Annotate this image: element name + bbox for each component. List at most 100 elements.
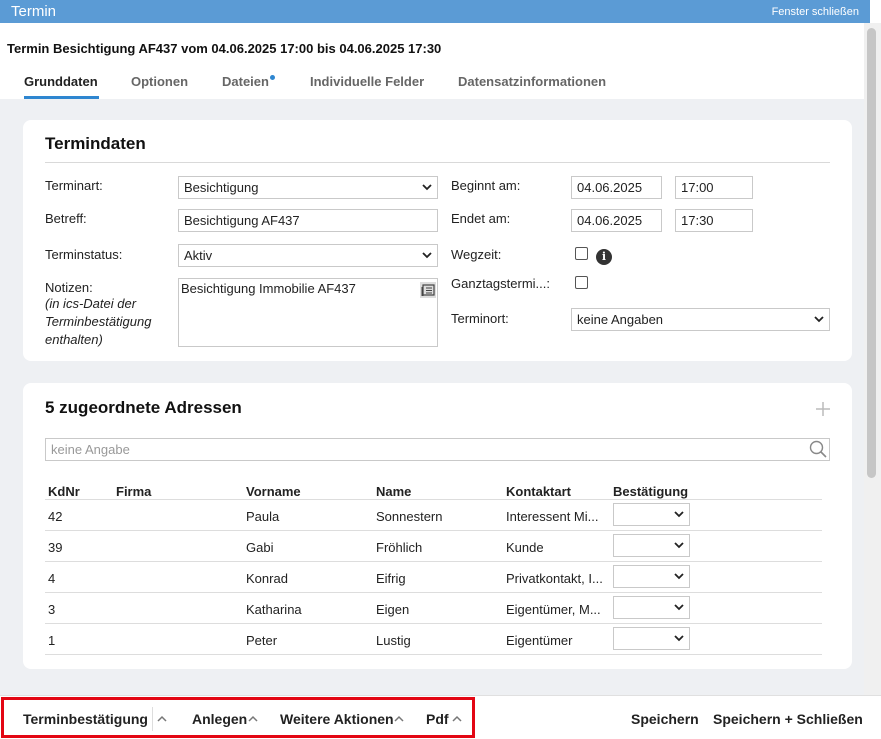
chevron-down-icon xyxy=(674,542,684,549)
weitere-aktionen-button[interactable]: Weitere Aktionen xyxy=(280,711,394,727)
col-header-name[interactable]: Name xyxy=(376,484,411,499)
terminart-select[interactable]: Besichtigung xyxy=(178,176,438,199)
tab-individuelle-felder[interactable]: Individuelle Felder xyxy=(310,74,424,89)
endet-date-input[interactable]: 04.06.2025 xyxy=(571,209,662,232)
scrollbar-thumb[interactable] xyxy=(867,28,876,478)
cell-kdnr: 39 xyxy=(48,540,63,555)
betreff-input[interactable]: Besichtigung AF437 xyxy=(178,209,438,232)
betreff-label: Betreff: xyxy=(45,211,87,226)
row-divider xyxy=(45,530,822,531)
terminstatus-value: Aktiv xyxy=(184,248,213,263)
bestaetigung-select[interactable] xyxy=(613,534,690,557)
tab-grunddaten[interactable]: Grunddaten xyxy=(24,74,98,89)
text-template-icon[interactable] xyxy=(420,282,436,298)
terminstatus-select[interactable]: Aktiv xyxy=(178,244,438,267)
wegzeit-label: Wegzeit: xyxy=(451,247,502,262)
terminort-value: keine Angaben xyxy=(577,312,664,327)
cell-vorname: Gabi xyxy=(246,540,274,555)
terminart-value: Besichtigung xyxy=(184,180,259,195)
adressen-title: 5 zugeordnete Adressen xyxy=(45,398,242,417)
close-window-link[interactable]: Fenster schließen xyxy=(772,6,859,18)
chevron-up-icon[interactable] xyxy=(156,711,168,725)
cell-kontaktart: Privatkontakt, I... xyxy=(506,571,603,586)
bestaetigung-select[interactable] xyxy=(613,565,690,588)
search-icon[interactable] xyxy=(809,440,827,458)
beginnt-time-input[interactable]: 17:00 xyxy=(675,176,753,199)
chevron-down-icon xyxy=(674,511,684,518)
new-files-indicator xyxy=(269,75,275,80)
cell-name: Lustig xyxy=(376,633,411,648)
col-header-kdnr[interactable]: KdNr xyxy=(48,484,80,499)
cell-kdnr: 3 xyxy=(48,602,56,617)
cell-vorname: Peter xyxy=(246,633,278,648)
beginnt-label: Beginnt am: xyxy=(451,178,521,193)
col-header-kontaktart[interactable]: Kontaktart xyxy=(506,484,571,499)
terminbestaetigung-button[interactable]: Terminbestätigung xyxy=(23,711,148,727)
cell-vorname: Paula xyxy=(246,509,280,524)
tab-dateien-label: Dateien xyxy=(222,74,269,89)
terminort-label: Terminort: xyxy=(451,311,509,326)
tab-bar: Grunddaten Optionen Dateien Individuelle… xyxy=(0,66,864,99)
row-divider xyxy=(45,561,822,562)
chevron-up-icon xyxy=(248,715,258,722)
info-icon[interactable]: i xyxy=(596,249,612,265)
window-titlebar: Termin Fenster schließen xyxy=(0,0,870,23)
terminort-select[interactable]: keine Angaben xyxy=(571,308,830,331)
notizen-hint: (in ics-Datei der Terminbestätigung enth… xyxy=(45,296,152,347)
cell-vorname: Katharina xyxy=(246,602,302,617)
wegzeit-checkbox[interactable] xyxy=(575,247,588,260)
cell-kdnr: 4 xyxy=(48,571,56,586)
chevron-down-icon xyxy=(674,573,684,580)
endet-time-input[interactable]: 17:30 xyxy=(675,209,753,232)
chevron-down-icon xyxy=(814,316,824,323)
bestaetigung-select[interactable] xyxy=(613,596,690,619)
endet-label: Endet am: xyxy=(451,211,511,226)
cell-kontaktart: Eigentümer xyxy=(506,633,573,648)
cell-name: Fröhlich xyxy=(376,540,423,555)
address-search-input[interactable]: keine Angabe xyxy=(45,438,830,461)
cell-name: Eifrig xyxy=(376,571,406,586)
pdf-button[interactable]: Pdf xyxy=(426,711,449,727)
section-divider xyxy=(45,162,830,163)
bestaetigung-select[interactable] xyxy=(613,503,690,526)
adressen-card xyxy=(23,383,852,669)
row-divider xyxy=(45,623,822,624)
cell-name: Eigen xyxy=(376,602,410,617)
chevron-down-icon xyxy=(674,604,684,611)
ganztag-label: Ganztagstermi...: xyxy=(451,276,550,291)
termindaten-title: Termindaten xyxy=(45,134,146,153)
row-divider xyxy=(45,654,822,655)
cell-name: Sonnestern xyxy=(376,509,443,524)
button-separator xyxy=(152,707,153,731)
cell-kontaktart: Eigentümer, M... xyxy=(506,602,601,617)
ganztag-checkbox[interactable] xyxy=(575,276,588,289)
speichern-schliessen-button[interactable]: Speichern + Schließen xyxy=(713,711,863,727)
col-header-vorname[interactable]: Vorname xyxy=(246,484,301,499)
row-divider xyxy=(45,592,822,593)
terminstatus-label: Terminstatus: xyxy=(45,247,123,262)
cell-kontaktart: Kunde xyxy=(506,540,544,555)
cell-kdnr: 1 xyxy=(48,633,56,648)
tab-datensatzinformationen[interactable]: Datensatzinformationen xyxy=(458,74,606,89)
cell-kdnr: 42 xyxy=(48,509,63,524)
add-address-icon[interactable] xyxy=(816,402,830,416)
chevron-down-icon xyxy=(674,635,684,642)
col-header-bestaetigung[interactable]: Bestätigung xyxy=(613,484,688,499)
page-title: Termin Besichtigung AF437 vom 04.06.2025… xyxy=(7,41,442,56)
tab-optionen[interactable]: Optionen xyxy=(131,74,188,89)
tab-dateien[interactable]: Dateien xyxy=(222,74,275,89)
bestaetigung-select[interactable] xyxy=(613,627,690,650)
table-header-divider xyxy=(45,499,822,500)
col-header-firma[interactable]: Firma xyxy=(116,484,151,499)
window-title: Termin xyxy=(11,3,57,20)
chevron-down-icon xyxy=(422,252,432,259)
notizen-textarea[interactable]: Besichtigung Immobilie AF437 xyxy=(178,278,438,347)
anlegen-button[interactable]: Anlegen xyxy=(192,711,247,727)
chevron-down-icon xyxy=(422,184,432,191)
beginnt-date-input[interactable]: 04.06.2025 xyxy=(571,176,662,199)
notizen-value: Besichtigung Immobilie AF437 xyxy=(181,281,356,296)
terminart-label: Terminart: xyxy=(45,178,103,193)
chevron-up-icon xyxy=(394,715,404,722)
vertical-scrollbar[interactable] xyxy=(864,23,881,695)
speichern-button[interactable]: Speichern xyxy=(631,711,699,727)
